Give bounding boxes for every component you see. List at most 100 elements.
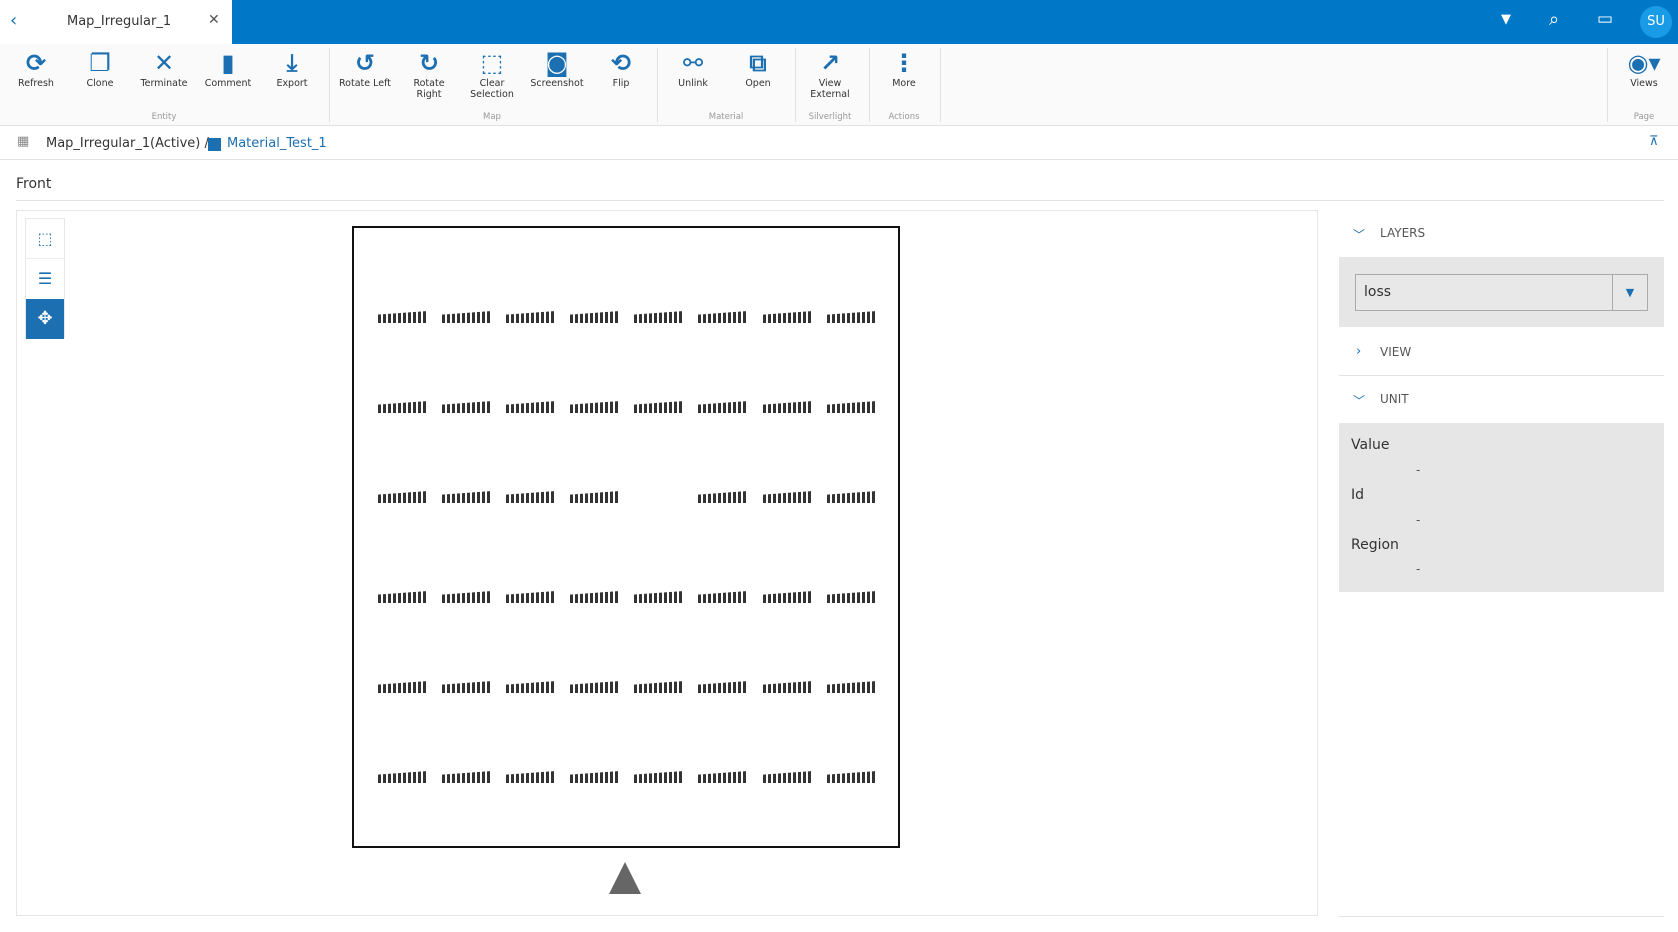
value-label: Value bbox=[1351, 437, 1390, 453]
map-unit[interactable] bbox=[570, 491, 620, 503]
views-button[interactable]: ◉▾ Views bbox=[1612, 48, 1676, 89]
map-unit[interactable] bbox=[442, 681, 492, 693]
divider bbox=[869, 48, 870, 122]
map-unit[interactable] bbox=[763, 491, 813, 503]
refresh-button[interactable]: ⟳ Refresh bbox=[4, 48, 68, 89]
rotate-right-button[interactable]: ↻ Rotate Right bbox=[397, 48, 461, 100]
map-unit[interactable] bbox=[827, 681, 877, 693]
layers-header[interactable]: LAYERS bbox=[1380, 226, 1425, 240]
open-button[interactable]: ⧉ Open bbox=[726, 48, 790, 89]
map-unit[interactable] bbox=[570, 681, 620, 693]
map-unit[interactable] bbox=[442, 491, 492, 503]
screenshot-icon: ◙ bbox=[545, 49, 569, 77]
map-unit[interactable] bbox=[506, 771, 556, 783]
map-unit[interactable] bbox=[763, 771, 813, 783]
button-label: Rotate Right bbox=[413, 78, 445, 100]
rotate-left-button[interactable]: ↺ Rotate Left bbox=[333, 48, 397, 89]
map-unit[interactable] bbox=[827, 771, 877, 783]
map-unit[interactable] bbox=[378, 491, 428, 503]
map-unit[interactable] bbox=[442, 771, 492, 783]
map-unit[interactable] bbox=[827, 491, 877, 503]
map-unit[interactable] bbox=[570, 311, 620, 323]
map-unit[interactable] bbox=[378, 681, 428, 693]
map-unit[interactable] bbox=[570, 591, 620, 603]
export-button[interactable]: ⤓ Export bbox=[260, 48, 324, 89]
close-tab-icon[interactable]: ✕ bbox=[208, 12, 220, 28]
comment-button[interactable]: ▮ Comment bbox=[196, 48, 260, 89]
map-unit[interactable] bbox=[378, 591, 428, 603]
search-icon[interactable]: ⌕ bbox=[1549, 9, 1559, 30]
chevron-down-icon[interactable]: ﹀ bbox=[1353, 226, 1365, 243]
map-unit[interactable] bbox=[506, 491, 556, 503]
map-unit[interactable] bbox=[698, 491, 748, 503]
map-unit[interactable] bbox=[763, 401, 813, 413]
button-label: Clone bbox=[86, 78, 114, 89]
chevron-right-icon[interactable]: › bbox=[1356, 344, 1361, 359]
map-unit[interactable] bbox=[506, 681, 556, 693]
dropdown-icon[interactable]: ▼ bbox=[1501, 12, 1511, 27]
map-unit[interactable] bbox=[827, 591, 877, 603]
button-label: Clear Selection bbox=[470, 78, 514, 100]
map-unit[interactable] bbox=[698, 591, 748, 603]
map-unit[interactable] bbox=[827, 401, 877, 413]
map-unit[interactable] bbox=[378, 401, 428, 413]
back-icon[interactable]: ‹ bbox=[10, 10, 17, 31]
screenshot-button[interactable]: ◙ Screenshot bbox=[525, 48, 589, 89]
map-unit[interactable] bbox=[763, 311, 813, 323]
map-unit[interactable] bbox=[634, 591, 684, 603]
breadcrumb-material[interactable]: Material_Test_1 bbox=[227, 136, 327, 151]
divider bbox=[1339, 375, 1664, 376]
map-unit[interactable] bbox=[634, 311, 684, 323]
map-unit[interactable] bbox=[763, 681, 813, 693]
layer-select[interactable]: loss ▼ bbox=[1355, 274, 1648, 311]
divider bbox=[940, 48, 941, 122]
map-unit[interactable] bbox=[378, 311, 428, 323]
map-unit[interactable] bbox=[698, 771, 748, 783]
map-unit[interactable] bbox=[506, 311, 556, 323]
map-unit[interactable] bbox=[763, 591, 813, 603]
map-unit[interactable] bbox=[442, 591, 492, 603]
chat-icon[interactable]: ▭ bbox=[1597, 9, 1613, 29]
list-select-tool-icon[interactable]: ☰ bbox=[26, 259, 64, 299]
button-label: View External bbox=[810, 78, 850, 100]
unlink-button[interactable]: ⚯ Unlink bbox=[661, 48, 725, 89]
clone-icon: ❐ bbox=[89, 49, 111, 77]
map-unit[interactable] bbox=[570, 771, 620, 783]
collapse-icon[interactable]: ⊼ bbox=[1649, 134, 1659, 149]
select-tool-icon[interactable]: ⬚ bbox=[26, 219, 64, 259]
map-unit[interactable] bbox=[698, 311, 748, 323]
breadcrumb-map[interactable]: Map_Irregular_1 bbox=[46, 136, 150, 151]
map-unit[interactable] bbox=[442, 311, 492, 323]
map-unit[interactable] bbox=[634, 401, 684, 413]
map-unit[interactable] bbox=[506, 591, 556, 603]
chevron-down-icon[interactable]: ﹀ bbox=[1353, 392, 1365, 409]
tab-map-irregular[interactable]: ‹ Map_Irregular_1 ✕ bbox=[0, 0, 232, 44]
map-unit[interactable] bbox=[698, 401, 748, 413]
map-unit[interactable] bbox=[378, 771, 428, 783]
more-icon: ⋮ bbox=[892, 49, 916, 77]
terminate-button[interactable]: ✕ Terminate bbox=[132, 48, 196, 89]
map-unit[interactable] bbox=[442, 401, 492, 413]
open-icon: ⧉ bbox=[749, 49, 767, 77]
map-unit[interactable] bbox=[698, 681, 748, 693]
user-avatar[interactable]: SU bbox=[1640, 6, 1672, 38]
flip-button[interactable]: ⟲ Flip bbox=[589, 48, 653, 89]
map-unit[interactable] bbox=[827, 311, 877, 323]
clear-selection-button[interactable]: ⬚ Clear Selection bbox=[460, 48, 524, 100]
clone-button[interactable]: ❐ Clone bbox=[68, 48, 132, 89]
unit-header[interactable]: UNIT bbox=[1380, 392, 1409, 406]
map-unit[interactable] bbox=[634, 681, 684, 693]
map-unit[interactable] bbox=[634, 771, 684, 783]
map-unit[interactable] bbox=[570, 401, 620, 413]
group-label-actions: Actions bbox=[888, 112, 920, 122]
view-header[interactable]: VIEW bbox=[1380, 345, 1411, 359]
view-external-button[interactable]: ↗ View External bbox=[798, 48, 862, 100]
map-area[interactable] bbox=[352, 226, 900, 848]
chevron-down-icon[interactable]: ▼ bbox=[1612, 275, 1647, 310]
breadcrumb: ▦ Map_Irregular_1 (Active) / Material_Te… bbox=[0, 126, 1678, 160]
id-label: Id bbox=[1351, 487, 1365, 503]
more-button[interactable]: ⋮ More bbox=[872, 48, 936, 89]
pan-tool-icon[interactable]: ✥ bbox=[26, 299, 64, 339]
button-label: Export bbox=[276, 78, 308, 89]
map-unit[interactable] bbox=[506, 401, 556, 413]
